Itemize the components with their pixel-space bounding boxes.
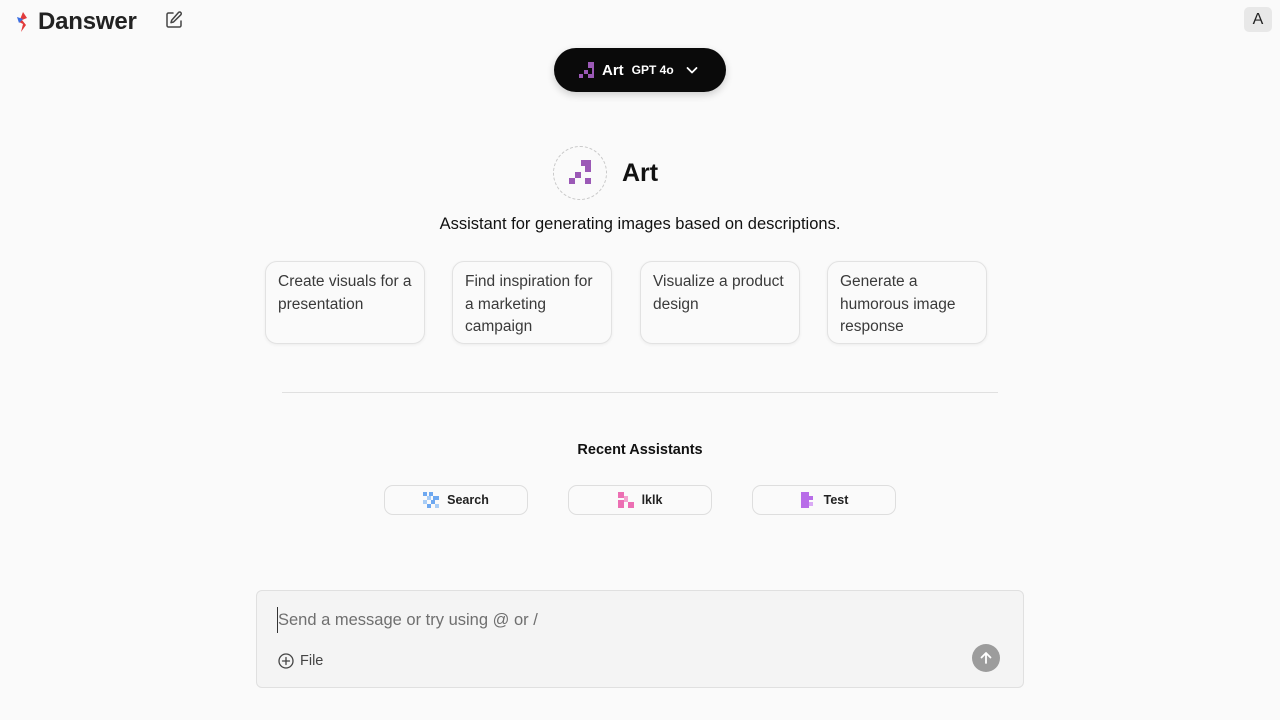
new-chat-button[interactable] <box>163 9 185 31</box>
chevron-down-icon <box>686 67 698 74</box>
assistant-model-selector[interactable]: Art GPT 4o <box>554 48 726 92</box>
assistant-header: Art <box>553 146 658 200</box>
art-assistant-icon <box>579 62 594 78</box>
attach-file-button[interactable]: File <box>278 653 323 669</box>
starter-message-card[interactable]: Find inspiration for a marketing campaig… <box>452 261 612 344</box>
art-assistant-icon <box>569 160 591 184</box>
recent-assistant-label: lklk <box>641 493 663 507</box>
assistant-description: Assistant for generating images based on… <box>439 215 841 233</box>
section-divider <box>282 392 998 393</box>
danswer-logo-icon <box>17 12 27 32</box>
starter-message-card[interactable]: Generate a humorous image response <box>827 261 987 344</box>
recent-assistants-heading: Recent Assistants <box>577 442 703 458</box>
file-button-label: File <box>300 653 324 669</box>
search-assistant-icon <box>423 492 440 508</box>
lklk-assistant-icon <box>617 492 634 508</box>
assistant-avatar <box>553 146 607 200</box>
assistant-name: Art <box>622 158 659 187</box>
arrow-up-icon <box>980 652 992 664</box>
app-logo[interactable]: Danswer <box>14 8 137 36</box>
recent-assistant-label: Search <box>447 493 489 507</box>
send-button[interactable] <box>972 644 1000 672</box>
app-name: Danswer <box>38 8 137 35</box>
edit-icon <box>166 11 182 28</box>
recent-assistant-lklk[interactable]: lklk <box>568 485 712 515</box>
recent-assistant-label: Test <box>823 493 849 507</box>
recent-assistant-search[interactable]: Search <box>384 485 528 515</box>
starter-message-card[interactable]: Visualize a product design <box>640 261 800 344</box>
plus-circle-icon <box>278 653 294 669</box>
selected-assistant-name: Art <box>602 61 624 79</box>
message-composer: File <box>256 590 1024 688</box>
user-avatar[interactable]: A <box>1244 7 1272 32</box>
selected-model-name: GPT 4o <box>631 63 674 77</box>
recent-assistant-test[interactable]: Test <box>752 485 896 515</box>
test-assistant-icon <box>800 492 813 508</box>
message-input[interactable] <box>277 607 957 633</box>
starter-message-card[interactable]: Create visuals for a presentation <box>265 261 425 344</box>
